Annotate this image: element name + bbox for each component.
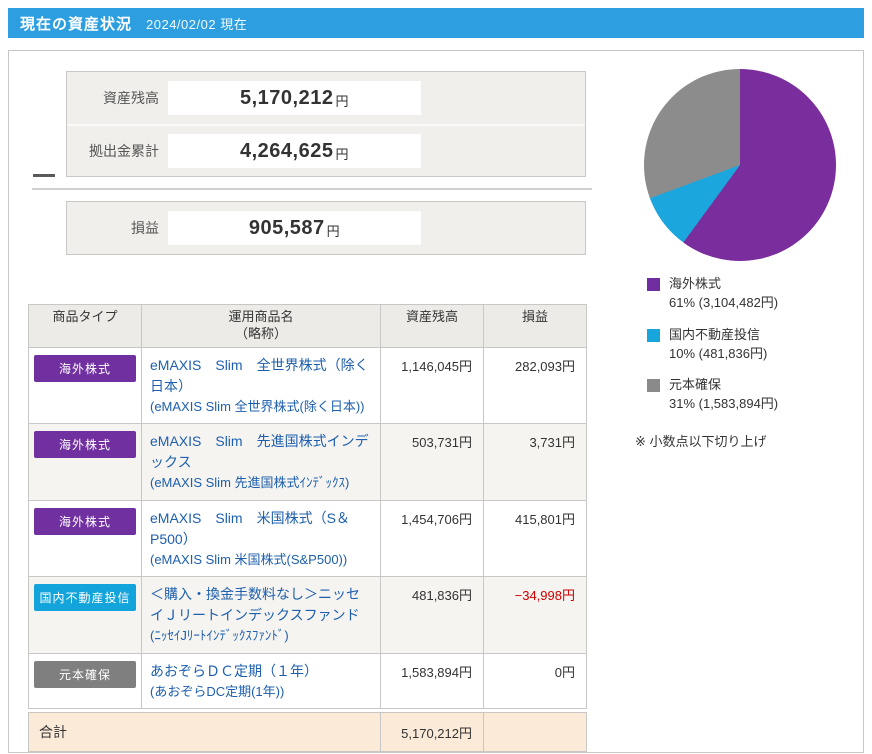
legend-swatch-overseas-equity [647, 278, 660, 291]
legend-item: 国内不動産投信 10% (481,836円) [647, 326, 863, 364]
fund-balance: 1,146,045円 [380, 346, 484, 425]
asset-balance-row: 資産残高 5,170,212 円 [67, 72, 585, 124]
fund-balance: 481,836円 [380, 576, 484, 654]
product-type-badge: 国内不動産投信 [34, 584, 136, 612]
fund-profit: 282,093円 [483, 346, 587, 425]
legend-detail: 31% (1,583,894円) [669, 396, 779, 412]
col-header-profit: 損益 [483, 304, 587, 348]
asset-balance-valuebox: 5,170,212 円 [168, 81, 421, 115]
fund-name-link[interactable]: あおぞらＤＣ定期（１年） [150, 661, 372, 682]
legend-item: 海外株式 61% (3,104,482円) [647, 275, 863, 313]
profit-valuebox: 905,587 円 [168, 211, 421, 245]
contribution-total-row: 拠出金累計 4,264,625 円 [67, 124, 585, 176]
product-table-header-row: 商品タイプ 運用商品名 （略称） 資産残高 損益 [28, 304, 587, 348]
summary-and-table-column: 資産残高 5,170,212 円 拠出金累計 4,264,625 円 損益 90… [9, 51, 621, 753]
profit-value: 905,587 [248, 216, 325, 239]
fund-abbr: (あおぞらDC定期(1年)) [150, 683, 285, 699]
fund-profit: −34,998円 [483, 576, 587, 654]
col-header-product-type: 商品タイプ [28, 304, 142, 348]
allocation-chart-column: 海外株式 61% (3,104,482円) 国内不動産投信 10% (481,8… [621, 51, 863, 752]
profit-unit: 円 [326, 224, 341, 239]
as-of-date: 2024/02/02 現在 [146, 16, 248, 32]
product-type-badge: 元本確保 [34, 660, 136, 688]
pie-legend: 海外株式 61% (3,104,482円) 国内不動産投信 10% (481,8… [647, 275, 863, 414]
fund-abbr: (eMAXIS Slim 米国株式(S&P500)) [150, 551, 348, 567]
minus-operator [33, 174, 55, 177]
rounding-note: ※ 小数点以下切り上げ [635, 434, 767, 450]
table-row: 海外株式 eMAXIS Slim 米国株式（S＆P500） (eMAXIS Sl… [28, 499, 587, 578]
legend-label: 元本確保 [669, 377, 722, 393]
contribution-total-label: 拠出金累計 [89, 143, 159, 159]
fund-balance: 503,731円 [380, 423, 484, 501]
allocation-pie-chart [644, 69, 836, 261]
page-title: 現在の資産状況 [20, 15, 133, 33]
asset-balance-label: 資産残高 [103, 90, 159, 106]
profit-row: 損益 905,587 円 [67, 202, 585, 254]
fund-profit: 0円 [483, 652, 587, 710]
fund-profit: 415,801円 [483, 499, 587, 578]
legend-swatch-principal-protected [647, 379, 660, 393]
legend-label: 国内不動産投信 [669, 326, 761, 342]
table-row: 元本確保 あおぞらＤＣ定期（１年） (あおぞらDC定期(1年)) 1,583,8… [28, 652, 587, 710]
fund-name-link[interactable]: ＜購入・換金手数料なし＞ニッセイＪリートインデックスファンド [150, 584, 372, 626]
legend-item: 元本確保 31% (1,583,894円) [647, 376, 863, 414]
asset-balance-unit: 円 [335, 94, 349, 109]
col-header-product-name: 運用商品名 （略称） [141, 304, 381, 348]
total-label: 合計 [28, 712, 381, 753]
asset-balance-value: 5,170,212 [240, 86, 334, 109]
fund-profit: 3,731円 [483, 423, 587, 501]
profit-label: 損益 [131, 220, 159, 236]
product-table: 商品タイプ 運用商品名 （略称） 資産残高 損益 海外株式 eMAXIS Sli… [28, 304, 587, 710]
legend-detail: 10% (481,836円) [669, 345, 768, 361]
fund-abbr: (eMAXIS Slim 全世界株式(除く日本)) [150, 398, 365, 414]
fund-name-link[interactable]: eMAXIS Slim 先進国株式インデックス [150, 431, 372, 473]
legend-label: 海外株式 [669, 276, 722, 291]
product-type-badge: 海外株式 [34, 354, 136, 382]
product-type-badge: 海外株式 [34, 507, 136, 535]
asset-status-panel: 資産残高 5,170,212 円 拠出金累計 4,264,625 円 損益 90… [8, 50, 864, 753]
profit-box: 損益 905,587 円 [66, 201, 586, 255]
page-title-bar: 現在の資産状況 2024/02/02 現在 [8, 8, 864, 38]
product-type-badge: 海外株式 [34, 431, 136, 459]
equals-divider [32, 188, 592, 190]
total-profit-empty [483, 712, 587, 753]
balance-contribution-box: 資産残高 5,170,212 円 拠出金累計 4,264,625 円 [66, 71, 586, 177]
fund-abbr: (eMAXIS Slim 先進国株式ｲﾝﾃﾞｯｸｽ) [150, 475, 350, 491]
legend-detail: 61% (3,104,482円) [669, 294, 779, 310]
col-header-balance: 資産残高 [380, 304, 484, 348]
fund-balance: 1,454,706円 [380, 499, 484, 578]
contribution-total-unit: 円 [335, 147, 349, 162]
contribution-total-valuebox: 4,264,625 円 [168, 134, 421, 168]
total-balance: 5,170,212円 [380, 712, 484, 753]
contribution-total-value: 4,264,625 [240, 139, 334, 162]
table-row: 海外株式 eMAXIS Slim 全世界株式（除く日本） (eMAXIS Sli… [28, 346, 587, 425]
fund-abbr: (ﾆｯｾｲJﾘｰﾄｲﾝﾃﾞｯｸｽﾌｧﾝﾄﾞ) [150, 628, 289, 644]
total-row: 合計 5,170,212円 [28, 712, 587, 753]
table-row: 海外株式 eMAXIS Slim 先進国株式インデックス (eMAXIS Sli… [28, 423, 587, 501]
fund-name-link[interactable]: eMAXIS Slim 米国株式（S＆P500） [150, 508, 372, 550]
fund-name-link[interactable]: eMAXIS Slim 全世界株式（除く日本） [150, 355, 372, 397]
table-row: 国内不動産投信 ＜購入・換金手数料なし＞ニッセイＪリートインデックスファンド (… [28, 576, 587, 654]
fund-balance: 1,583,894円 [380, 652, 484, 710]
legend-swatch-domestic-reit [647, 328, 660, 342]
